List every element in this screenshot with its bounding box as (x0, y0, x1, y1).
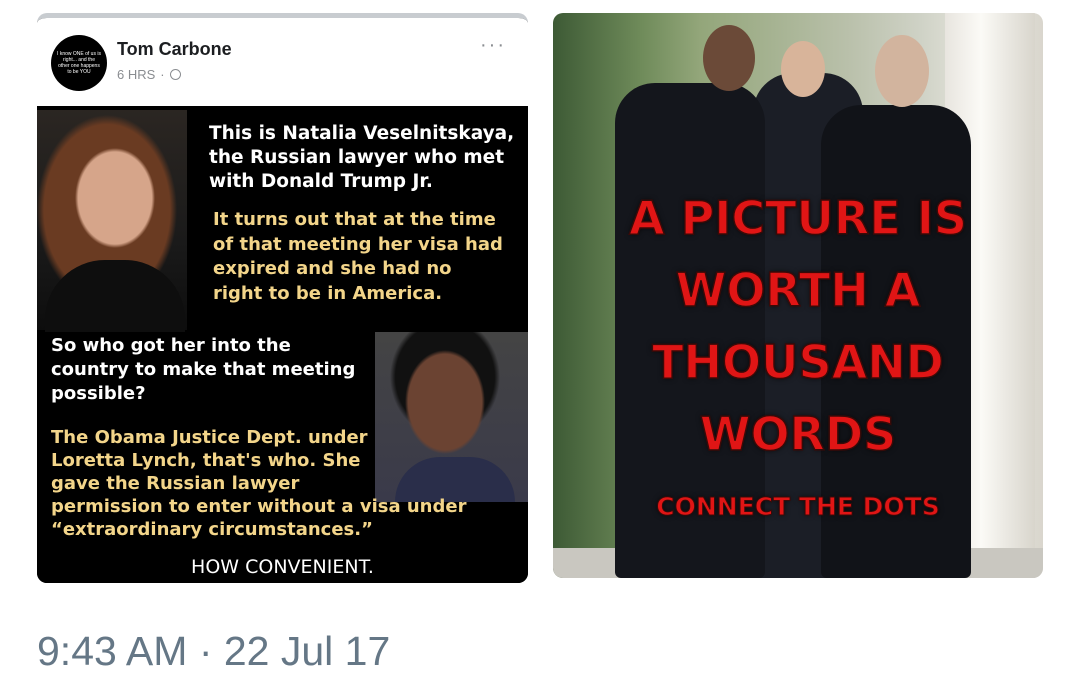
tweet-timestamp[interactable]: 9:43 AM · 22 Jul 17 (37, 628, 390, 675)
meme-closing-text: HOW CONVENIENT. (191, 556, 374, 578)
person-right-head (875, 35, 929, 107)
avatar[interactable]: I know ONE of us is right... and the oth… (51, 35, 107, 91)
meme-intro-text: This is Natalia Veselnitskaya, the Russi… (209, 123, 515, 192)
post-time: 6 HRS (117, 67, 156, 82)
caption-line-2: WORTH A (675, 262, 921, 318)
meme-answer-text: The Obama Justice Dept. under Loretta Ly… (51, 427, 467, 540)
right-image-photo[interactable]: A PICTURE IS WORTH A THOUSAND WORDS CONN… (553, 13, 1043, 578)
caption-line-4: WORDS (699, 406, 897, 462)
more-options-icon[interactable]: ··· (480, 35, 506, 55)
caption-line-1: A PICTURE IS (628, 190, 968, 246)
meme-question-text: So who got her into the country to make … (51, 335, 356, 404)
caption-subtitle: CONNECT THE DOTS (656, 492, 940, 522)
person-left-head (703, 25, 755, 91)
meme-image: This is Natalia Veselnitskaya, the Russi… (37, 106, 528, 583)
post-meta: 6 HRS · (117, 67, 181, 82)
lawyer-photo (37, 110, 187, 332)
caption-line-3: THOUSAND (651, 334, 944, 390)
post-header: I know ONE of us is right... and the oth… (37, 18, 528, 106)
globe-icon (169, 69, 181, 80)
author-name[interactable]: Tom Carbone (117, 39, 232, 60)
left-image-facebook-post[interactable]: I know ONE of us is right... and the oth… (37, 13, 528, 583)
person-center-head (781, 41, 825, 97)
meme-visa-text: It turns out that at the time of that me… (213, 209, 503, 304)
avatar-text: I know ONE of us is right... and the oth… (57, 51, 101, 75)
